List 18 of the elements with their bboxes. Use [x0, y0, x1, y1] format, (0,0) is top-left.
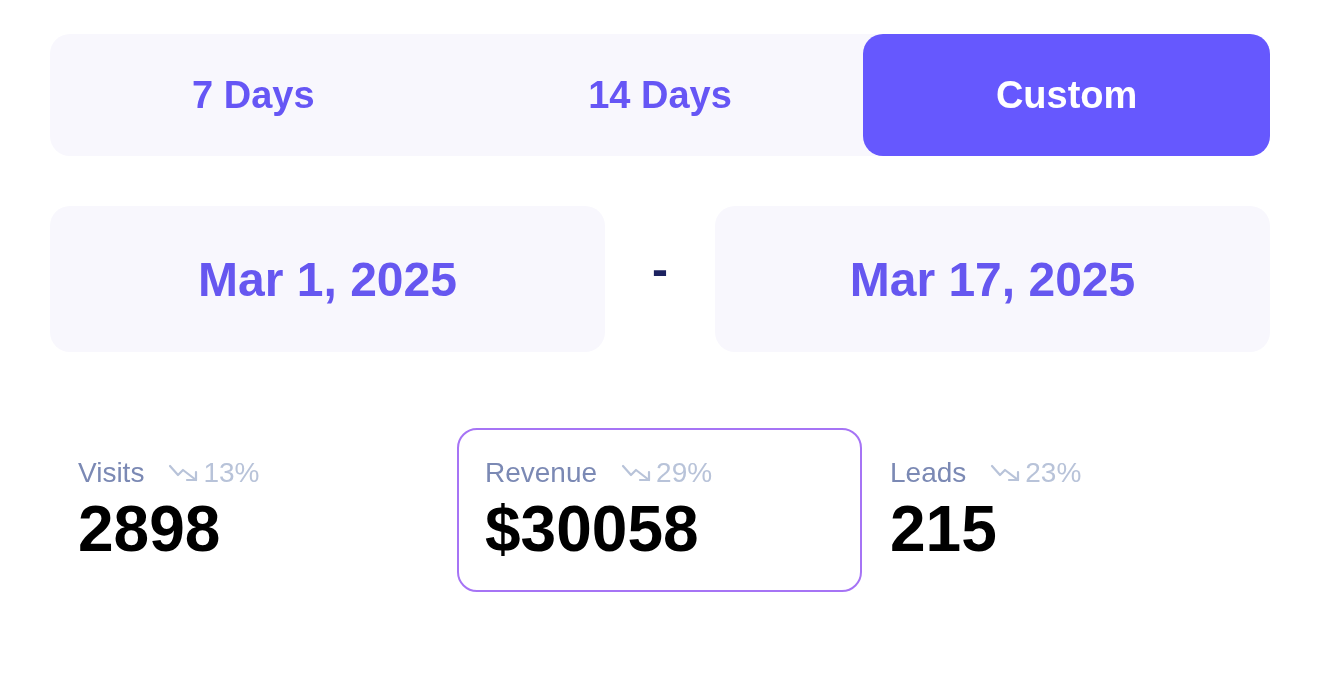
metric-label: Leads	[890, 456, 967, 490]
metric-change: 13%	[203, 456, 260, 490]
metric-label: Revenue	[485, 456, 598, 490]
range-tab[interactable]: 7 Days	[50, 34, 457, 156]
date-separator: -	[652, 246, 668, 294]
metric-value: 2898	[78, 494, 222, 564]
metric-label: Visits	[78, 456, 145, 490]
start-date-field[interactable]: Mar 1, 2025	[50, 206, 605, 352]
end-date-field[interactable]: Mar 17, 2025	[715, 206, 1270, 352]
range-tab[interactable]: Custom	[863, 34, 1270, 156]
range-tab[interactable]: 14 Days	[456, 34, 864, 156]
metric-value: $30058	[485, 494, 700, 564]
metric-card[interactable]: Revenue 29% $30058	[457, 428, 862, 592]
metric-change: 29%	[656, 456, 713, 490]
metric-change: 23%	[1025, 456, 1082, 490]
metric-value: 215	[890, 494, 998, 564]
metric-card[interactable]: Visits 13% 2898	[50, 428, 457, 592]
metric-card[interactable]: Leads 23% 215	[862, 428, 1270, 592]
